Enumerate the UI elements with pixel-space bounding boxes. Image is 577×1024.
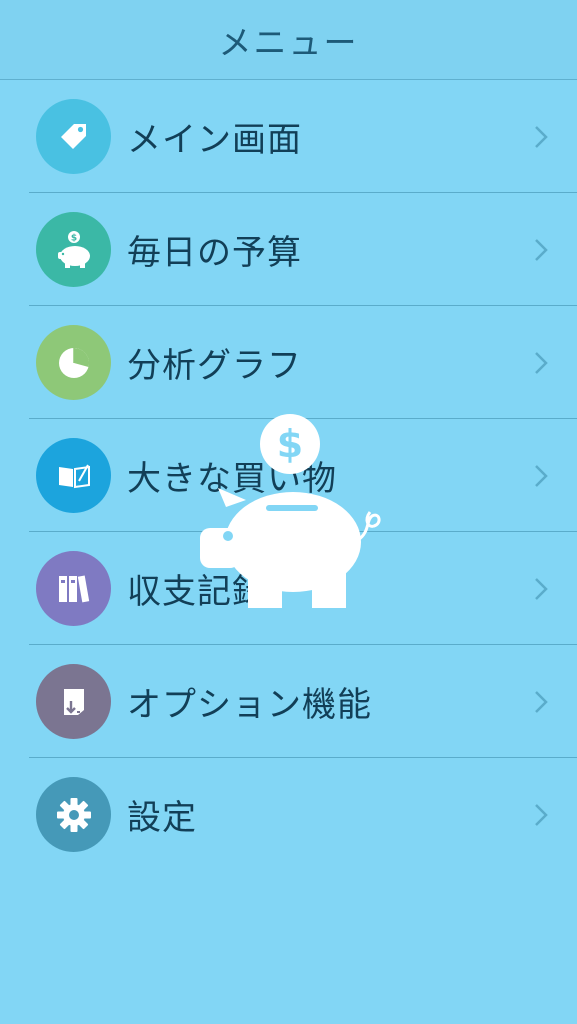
menu-item-label: メイン画面 xyxy=(127,120,302,160)
pie-chart-icon xyxy=(58,347,89,378)
menu-item-settings[interactable]: 設定 xyxy=(0,758,577,871)
menu-icon-circle: $ xyxy=(36,212,111,287)
menu-item-daily-budget[interactable]: $ 毎日の予算 xyxy=(0,193,577,306)
chevron-right-icon xyxy=(535,577,548,600)
svg-text:$: $ xyxy=(70,233,76,243)
menu-item-label: 毎日の予算 xyxy=(127,233,302,273)
menu-item-income-expense-record[interactable]: 収支記録 xyxy=(0,532,577,645)
binders-icon xyxy=(58,575,89,602)
menu-icon-circle xyxy=(36,551,111,626)
menu-item-analysis-graph[interactable]: 分析グラフ xyxy=(0,306,577,419)
chevron-right-icon xyxy=(535,690,548,713)
chevron-right-icon xyxy=(535,238,548,261)
menu-icon-circle xyxy=(36,325,111,400)
menu-list: メイン画面 $ 毎日の予算 分析グラフ 大きな買い物 収支記録 オプション機能 … xyxy=(0,80,577,871)
document-download-icon xyxy=(63,688,84,715)
menu-item-label: 設定 xyxy=(127,798,197,838)
header-bar: メニュー xyxy=(0,0,577,80)
menu-item-main-screen[interactable]: メイン画面 xyxy=(0,80,577,193)
chevron-right-icon xyxy=(535,803,548,826)
menu-item-option-features[interactable]: オプション機能 xyxy=(0,645,577,758)
tag-icon xyxy=(60,123,86,149)
menu-icon-circle xyxy=(36,438,111,513)
menu-icon-circle xyxy=(36,664,111,739)
menu-item-label: オプション機能 xyxy=(127,685,372,725)
page-title: メニュー xyxy=(218,22,359,62)
book-pencil-icon xyxy=(58,464,90,488)
menu-icon-circle xyxy=(36,777,111,852)
gear-icon xyxy=(56,797,91,832)
chevron-right-icon xyxy=(535,351,548,374)
menu-icon-circle xyxy=(36,99,111,174)
menu-item-big-purchase[interactable]: 大きな買い物 xyxy=(0,419,577,532)
piggy-bank-icon: $ xyxy=(57,230,90,268)
menu-item-label: 収支記録 xyxy=(127,572,267,612)
chevron-right-icon xyxy=(535,464,548,487)
menu-item-label: 分析グラフ xyxy=(127,346,302,386)
chevron-right-icon xyxy=(535,125,548,148)
menu-item-label: 大きな買い物 xyxy=(127,459,337,499)
